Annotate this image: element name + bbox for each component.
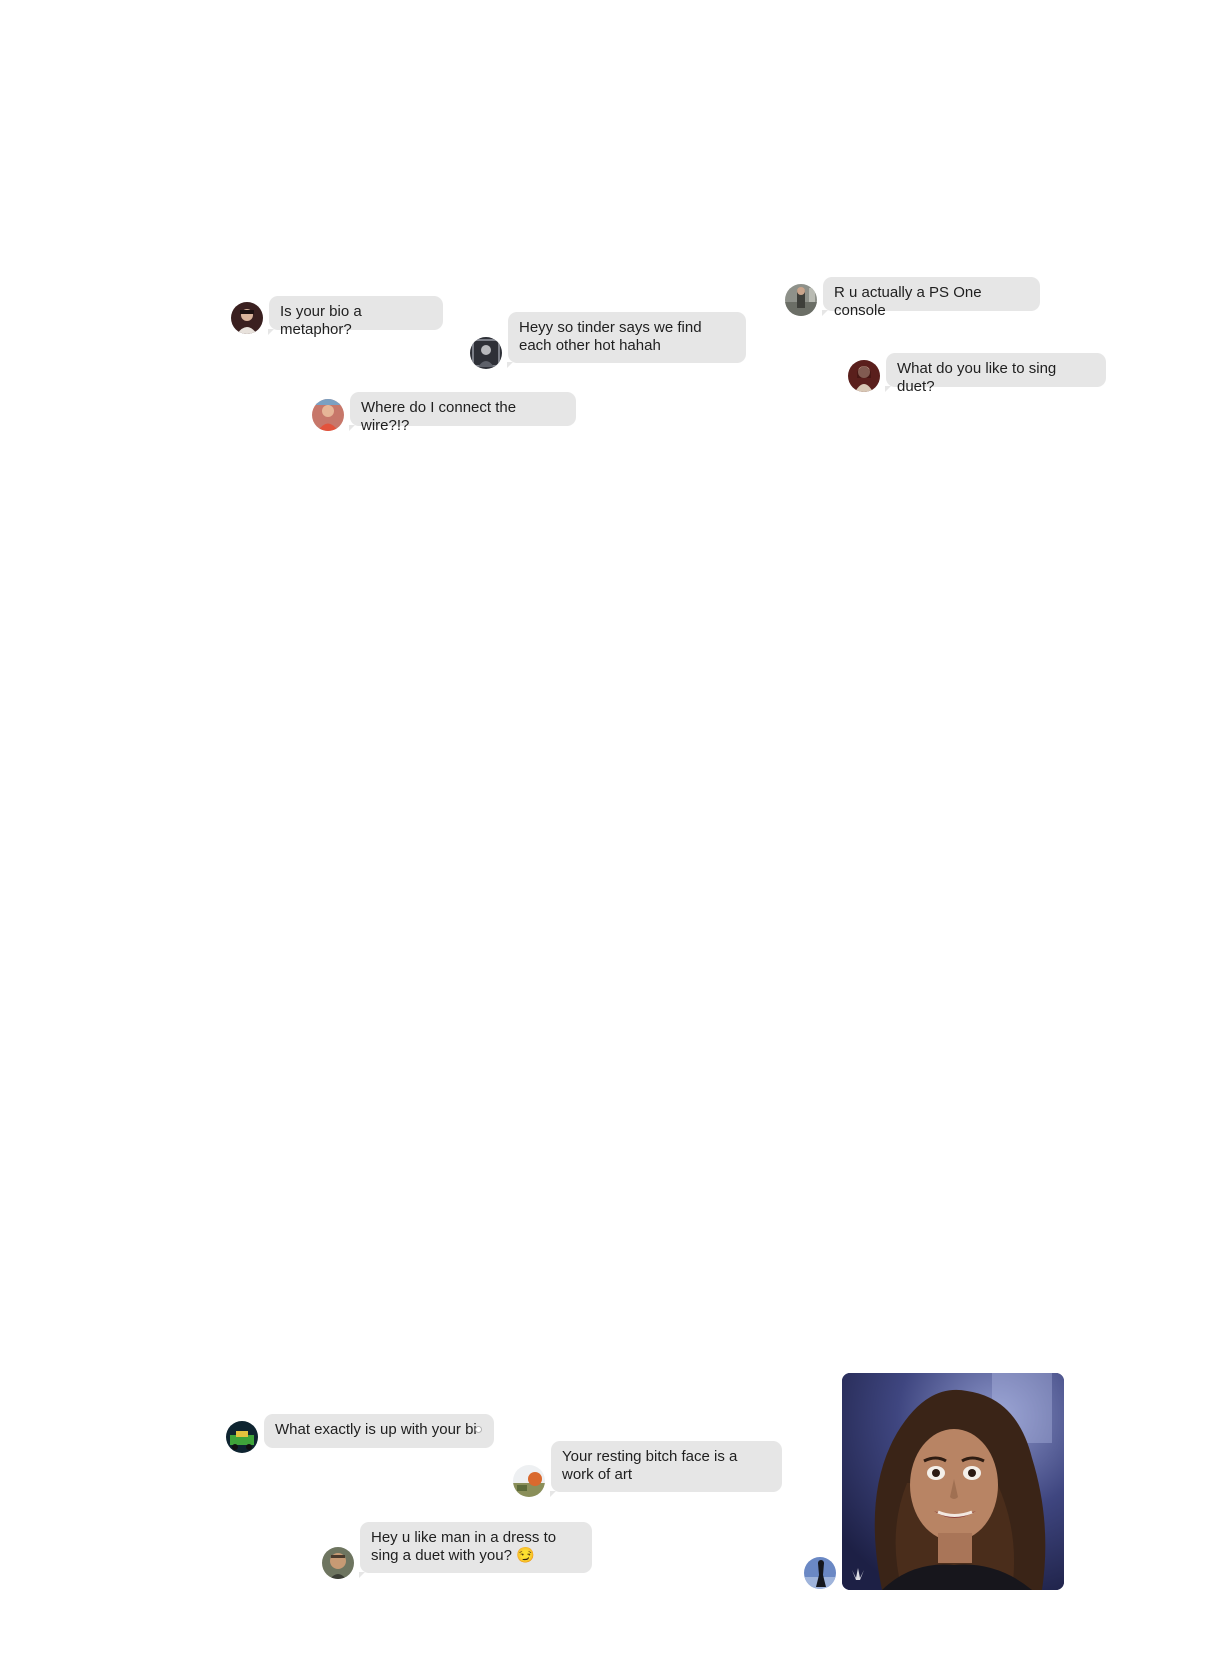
avatar[interactable]: [785, 284, 817, 316]
avatar[interactable]: [804, 1557, 836, 1589]
message-text: R u actually a PS One console: [834, 284, 982, 319]
message-bubble: R u actually a PS One console: [822, 277, 1040, 319]
message-bubble: Where do I connect the wire?!?: [349, 392, 576, 434]
avatar[interactable]: [470, 337, 502, 369]
message-text: What do you like to sing duet?: [897, 360, 1057, 395]
cursor-dot: [475, 1426, 482, 1433]
avatar[interactable]: [226, 1421, 258, 1453]
message-text: Heyy so tinder says we find each other h…: [519, 319, 702, 354]
message-text: Where do I connect the wire?!?: [361, 399, 517, 434]
avatar[interactable]: [513, 1465, 545, 1497]
message-text: Your resting bitch face is a work of art: [562, 1448, 738, 1483]
gif-image[interactable]: [842, 1373, 1064, 1590]
message-text: Hey u like man in a dress to sing a duet…: [371, 1529, 557, 1564]
message-text: Is your bio a metaphor?: [280, 303, 362, 338]
avatar[interactable]: [322, 1547, 354, 1579]
message-text: What exactly is up with your bi: [275, 1421, 477, 1438]
message-bubble: What exactly is up with your bi: [264, 1414, 494, 1448]
avatar[interactable]: [848, 360, 880, 392]
message-bubble: Hey u like man in a dress to sing a duet…: [359, 1522, 592, 1578]
avatar[interactable]: [312, 399, 344, 431]
avatar[interactable]: [231, 302, 263, 334]
message-bubble: Heyy so tinder says we find each other h…: [507, 312, 746, 368]
message-bubble: Is your bio a metaphor?: [268, 296, 443, 338]
message-bubble: Your resting bitch face is a work of art: [550, 1441, 782, 1497]
message-bubble: What do you like to sing duet?: [885, 353, 1106, 395]
